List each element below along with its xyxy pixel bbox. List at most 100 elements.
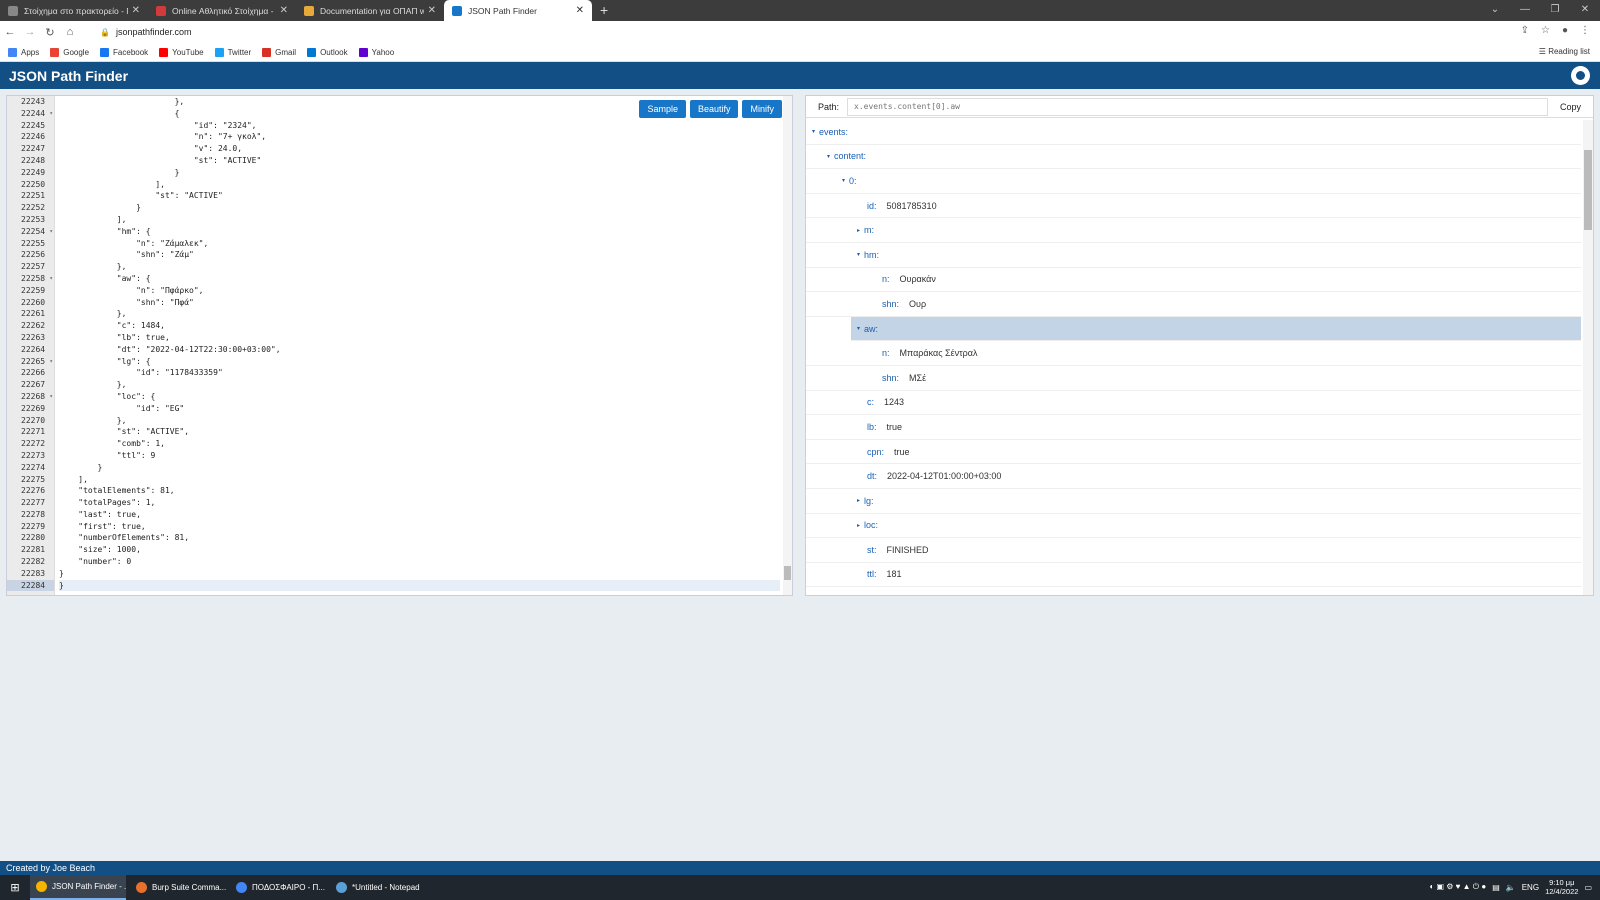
bookmark-star-icon[interactable]: ☆: [1541, 25, 1550, 36]
code-line[interactable]: },: [59, 415, 780, 427]
code-line[interactable]: "aw": {: [59, 273, 780, 285]
code-line[interactable]: "n": "7+ γκολ",: [59, 131, 780, 143]
code-line[interactable]: },: [59, 261, 780, 273]
close-tab-icon[interactable]: ✕: [132, 5, 140, 16]
tree-row[interactable]: n: Μπαράκας Σέντραλ: [806, 341, 1581, 366]
volume-icon[interactable]: 🔈: [1506, 883, 1516, 892]
code-line[interactable]: }: [59, 579, 780, 592]
collapse-arrow-icon[interactable]: ▸: [857, 522, 860, 529]
bookmark-item[interactable]: Twitter: [214, 47, 251, 57]
code-line[interactable]: "totalPages": 1,: [59, 497, 780, 509]
code-line[interactable]: "size": 1000,: [59, 544, 780, 556]
tree-row[interactable]: ▾ events:: [806, 120, 1581, 145]
github-icon[interactable]: [1571, 66, 1590, 85]
editor-scroll-thumb[interactable]: [784, 566, 791, 580]
code-line[interactable]: "shn": "Ζάμ": [59, 249, 780, 261]
code-line[interactable]: "c": 1484,: [59, 320, 780, 332]
browser-tab[interactable]: JSON Path Finder ✕: [444, 0, 592, 21]
tree-row[interactable]: c: 1243: [806, 391, 1581, 416]
close-window-icon[interactable]: ✕: [1570, 0, 1600, 21]
editor-scrollbar[interactable]: [783, 96, 792, 595]
tray-icons[interactable]: ◐ ▣ ⚙ ♥ ▲ ⏻ ●: [1429, 882, 1486, 892]
tree-row[interactable]: ▾ 0:: [806, 169, 1581, 194]
code-line[interactable]: "n": "Ζάμαλεκ",: [59, 238, 780, 250]
forward-icon[interactable]: →: [20, 26, 40, 38]
bookmark-item[interactable]: Gmail: [262, 47, 296, 57]
browser-tab[interactable]: Documentation για ΟΠΑΠ web s ✕: [296, 0, 444, 21]
code-line[interactable]: }: [59, 202, 780, 214]
code-line[interactable]: "st": "ACTIVE": [59, 155, 780, 167]
notification-icon[interactable]: ▭: [1584, 883, 1592, 892]
code-line[interactable]: "first": true,: [59, 521, 780, 533]
code-line[interactable]: }: [59, 167, 780, 179]
code-line[interactable]: "id": "1178433359": [59, 367, 780, 379]
tree-scrollbar[interactable]: [1583, 120, 1593, 595]
browser-tab[interactable]: Στοίχημα στο πρακτορείο - ΠΑΜ ✕: [0, 0, 148, 21]
tree-row[interactable]: st: FINISHED: [806, 538, 1581, 563]
reading-list-button[interactable]: ☰ Reading list: [1539, 47, 1590, 56]
code-line[interactable]: },: [59, 379, 780, 391]
tree-row[interactable]: ttl: 181: [806, 563, 1581, 588]
code-line[interactable]: }: [59, 462, 780, 474]
code-line[interactable]: },: [59, 308, 780, 320]
share-icon[interactable]: ⇪: [1521, 25, 1529, 36]
collapse-arrow-icon[interactable]: ▸: [857, 227, 860, 234]
code-line[interactable]: "number": 0: [59, 556, 780, 568]
expand-arrow-icon[interactable]: ▾: [827, 153, 830, 160]
code-line[interactable]: "st": "ACTIVE": [59, 190, 780, 202]
clock[interactable]: 9:10 μμ 12/4/2022: [1545, 878, 1578, 896]
bookmark-item[interactable]: Google: [50, 47, 89, 57]
bookmark-item[interactable]: Apps: [8, 47, 39, 57]
tab-search-icon[interactable]: ⌄: [1480, 0, 1510, 21]
language-indicator[interactable]: ENG: [1522, 883, 1539, 892]
code-line[interactable]: "n": "Πφάρκο",: [59, 285, 780, 297]
taskbar-app[interactable]: Burp Suite Comma...: [130, 875, 226, 900]
code-line[interactable]: "totalElements": 81,: [59, 485, 780, 497]
copy-button[interactable]: Copy: [1548, 102, 1593, 112]
tree-row[interactable]: cpn: true: [806, 440, 1581, 465]
url-field[interactable]: 🔒 jsonpathfinder.com: [100, 27, 192, 37]
tree-row[interactable]: id: 5081785310: [806, 194, 1581, 219]
code-line[interactable]: "st": "ACTIVE",: [59, 426, 780, 438]
network-icon[interactable]: ▤: [1492, 883, 1500, 892]
tree-row[interactable]: ▾ hm:: [806, 243, 1581, 268]
reload-icon[interactable]: ↻: [40, 26, 60, 39]
taskbar-app[interactable]: ΠΟΔΟΣΦΑΙΡΟ - Π...: [230, 875, 326, 900]
windows-start-icon[interactable]: ⊞: [0, 875, 30, 900]
code-line[interactable]: }: [59, 568, 780, 580]
profile-icon[interactable]: ●: [1562, 25, 1568, 36]
collapse-arrow-icon[interactable]: ▸: [857, 497, 860, 504]
expand-arrow-icon[interactable]: ▾: [857, 325, 860, 332]
code-line[interactable]: "shn": "Πφά": [59, 297, 780, 309]
code-line[interactable]: "id": "2324",: [59, 120, 780, 132]
sample-button[interactable]: Sample: [639, 100, 686, 118]
code-line[interactable]: "dt": "2022-04-12T22:30:00+03:00",: [59, 344, 780, 356]
lock-icon[interactable]: 🔒: [100, 28, 110, 37]
tree-row[interactable]: ▸ lg:: [806, 489, 1581, 514]
tree-row[interactable]: ▸ loc:: [806, 514, 1581, 539]
code-line[interactable]: "v": 24.0,: [59, 143, 780, 155]
code-line[interactable]: "id": "EG": [59, 403, 780, 415]
code-line[interactable]: "comb": 1,: [59, 438, 780, 450]
code-line[interactable]: ],: [59, 214, 780, 226]
tree-row[interactable]: lb: true: [806, 415, 1581, 440]
tree-row[interactable]: ▸ m:: [806, 218, 1581, 243]
bookmark-item[interactable]: YouTube: [159, 47, 204, 57]
code-area[interactable]: }, { "id": "2324", "n": "7+ γκολ", "v": …: [59, 96, 780, 592]
tree-row[interactable]: shn: Ουρ: [806, 292, 1581, 317]
menu-icon[interactable]: ⋮: [1580, 25, 1590, 36]
json-editor[interactable]: 22243 2224422245 22246 2224722248 22249 22250…: [6, 95, 793, 596]
tree-row[interactable]: dt: 2022-04-12T01:00:00+03:00: [806, 464, 1581, 489]
code-line[interactable]: "lg": {: [59, 356, 780, 368]
code-line[interactable]: "lb": true,: [59, 332, 780, 344]
restore-icon[interactable]: ❐: [1540, 0, 1570, 21]
taskbar-app[interactable]: *Untitled - Notepad: [330, 875, 426, 900]
minimize-icon[interactable]: —: [1510, 0, 1540, 21]
close-tab-icon[interactable]: ✕: [280, 5, 288, 16]
tree-scroll-thumb[interactable]: [1584, 150, 1592, 230]
minify-button[interactable]: Minify: [742, 100, 782, 118]
beautify-button[interactable]: Beautify: [689, 100, 739, 118]
path-input[interactable]: x.events.content[0].aw: [847, 97, 1548, 116]
expand-arrow-icon[interactable]: ▾: [812, 128, 815, 135]
code-line[interactable]: ],: [59, 179, 780, 191]
